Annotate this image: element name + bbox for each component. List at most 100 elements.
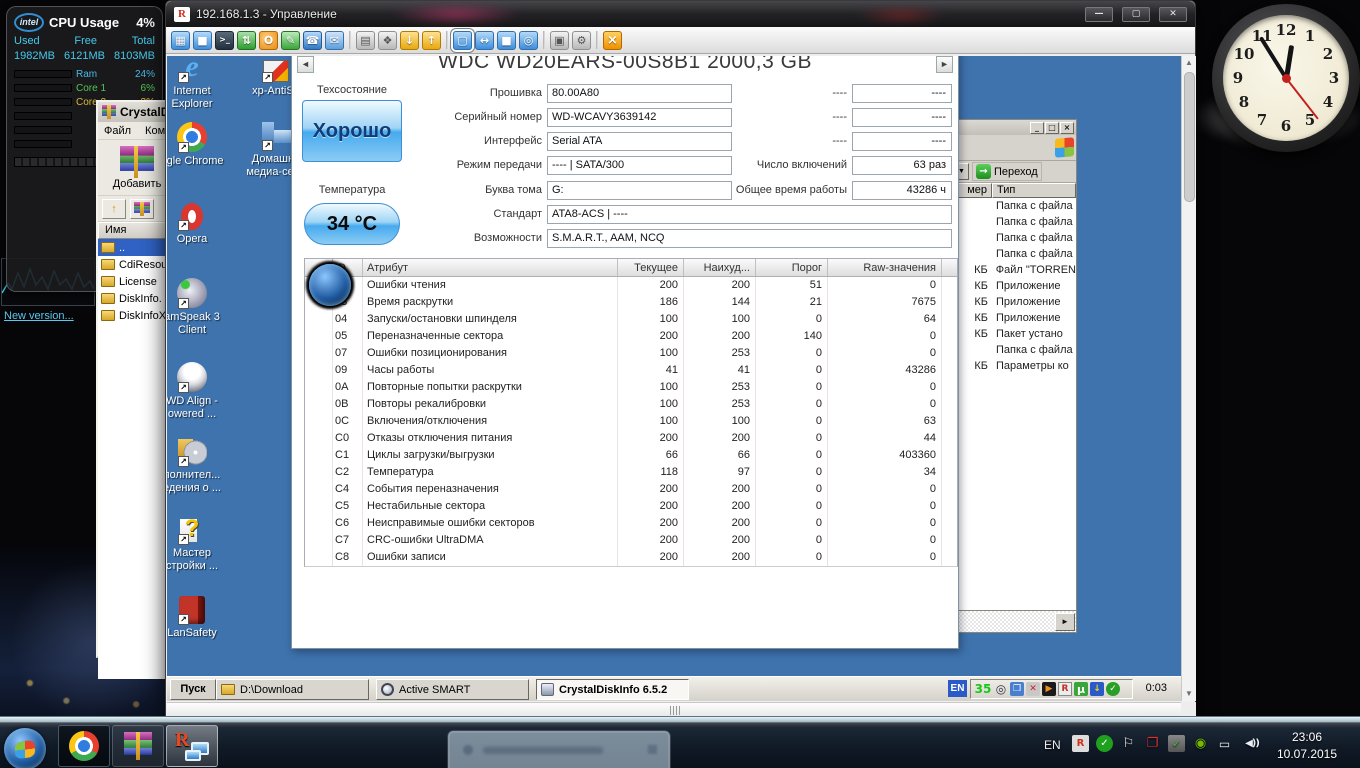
minimize-button[interactable]: —: [1085, 6, 1113, 22]
raw-column-header[interactable]: Raw-значения: [828, 259, 942, 276]
wd-align[interactable]: ↗ WD Align - owered ...: [167, 358, 229, 421]
shutdown-icon[interactable]: O: [259, 30, 278, 50]
separator[interactable]: [446, 31, 448, 49]
teamspeak-3-client[interactable]: ↗ amSpeak 3 Client: [167, 274, 229, 337]
lansafety[interactable]: ↗ LanSafety: [167, 590, 229, 640]
horizontal-scrollbar[interactable]: [167, 702, 1181, 717]
close-button[interactable]: ×: [1060, 121, 1074, 134]
player-icon[interactable]: ▶: [1042, 682, 1056, 696]
export-icon[interactable]: ↑: [422, 30, 441, 50]
explorer-row[interactable]: Папка с файла: [952, 198, 1076, 214]
google-chrome[interactable]: ↗ ogle Chrome: [167, 118, 229, 168]
download-icon[interactable]: ↓: [1090, 682, 1104, 696]
new-version-link[interactable]: New version...: [4, 310, 74, 322]
language-indicator[interactable]: EN: [1044, 738, 1061, 752]
voice-chat-icon[interactable]: ☎: [303, 30, 322, 50]
menu-commands[interactable]: Ком: [145, 125, 165, 137]
import-icon[interactable]: ↓: [400, 30, 419, 50]
column-header-type[interactable]: Тип: [992, 183, 1076, 198]
explorer-row[interactable]: КБ Приложение: [952, 294, 1076, 310]
view-normal-icon[interactable]: ▢: [453, 30, 472, 50]
maximize-button[interactable]: ▢: [1122, 6, 1150, 22]
separator[interactable]: [349, 31, 351, 49]
opera[interactable]: ↗ Opera: [167, 196, 229, 246]
scroll-up-arrow[interactable]: ▲: [1182, 56, 1196, 70]
radmin-server-icon[interactable]: R: [1072, 735, 1089, 752]
radmin-titlebar[interactable]: R 192.168.1.3 - Управление — ▢ ✕: [166, 1, 1195, 27]
menu-file[interactable]: Файл: [104, 125, 131, 137]
send-message-icon[interactable]: ✉: [325, 30, 344, 50]
explorer-row[interactable]: Папка с файла: [952, 214, 1076, 230]
radmin-server-icon[interactable]: R: [1058, 682, 1072, 696]
taskbar-button[interactable]: CrystalDiskInfo 6.5.2: [536, 679, 689, 700]
next-disk-button[interactable]: ►: [936, 56, 953, 73]
scrollbar-grip[interactable]: [670, 706, 680, 715]
network-icon[interactable]: ▭: [1216, 735, 1233, 752]
start-orb[interactable]: [4, 728, 46, 768]
view-fullscreen-icon[interactable]: ■: [497, 30, 516, 50]
clock-gadget[interactable]: 121234567891011: [1212, 4, 1360, 152]
file-transfer-icon[interactable]: ⇅: [237, 30, 256, 50]
view-fullscreen-stretch-icon[interactable]: ◎: [519, 30, 538, 50]
antivirus-ok-icon[interactable]: ✓: [1106, 682, 1120, 696]
separator[interactable]: [543, 31, 545, 49]
taskbar-chrome-button[interactable]: [58, 725, 110, 767]
connect-through-icon[interactable]: ❖: [378, 30, 397, 50]
action-center-flag-icon[interactable]: ⚐: [1120, 735, 1137, 752]
network-error-icon[interactable]: ✕: [1026, 682, 1040, 696]
taskbar-winrar-button[interactable]: [112, 725, 164, 767]
explorer-row[interactable]: КБ Приложение: [952, 310, 1076, 326]
temp-monitor-icon[interactable]: 35: [974, 682, 992, 696]
explorer-row[interactable]: КБ Файл "TORREN: [952, 262, 1076, 278]
explorer-row[interactable]: КБ Приложение: [952, 278, 1076, 294]
taskbar-button[interactable]: D:\Download: [216, 679, 369, 700]
search-icon[interactable]: ◎: [994, 682, 1008, 696]
scroll-right-arrow[interactable]: ►: [1055, 612, 1075, 631]
close-button[interactable]: ✕: [1159, 6, 1187, 22]
add-archive-button[interactable]: Добавить: [104, 145, 170, 190]
additional-info[interactable]: ↗ полнител... едения о ...: [167, 432, 229, 495]
internet-explorer[interactable]: e ↗ Internet Explorer: [167, 56, 229, 111]
antivirus-icon[interactable]: ✓: [1096, 735, 1113, 752]
network-places-icon[interactable]: ❒: [1010, 682, 1024, 696]
virtu-icon[interactable]: ❐: [1144, 735, 1161, 752]
nvidia-icon[interactable]: ◉: [1192, 735, 1209, 752]
threshold-column-header[interactable]: Порог: [756, 259, 828, 276]
taskbar-clock[interactable]: 23:06 10.07.2015: [1258, 729, 1356, 763]
explorer-row[interactable]: Папка с файла: [952, 342, 1076, 358]
explorer-row[interactable]: КБ Параметры ко: [952, 358, 1076, 374]
setup-wizard[interactable]: ? ↗ Мастер стройки ...: [167, 510, 229, 573]
taskbar-button[interactable]: Active SMART: [376, 679, 529, 700]
maximize-button[interactable]: □: [1045, 121, 1059, 134]
view-screen-icon[interactable]: ▦: [171, 30, 190, 50]
attribute-column-header[interactable]: Атрибут: [363, 259, 618, 276]
telnet-icon[interactable]: >_: [215, 30, 234, 50]
start-button[interactable]: Пуск: [170, 679, 216, 700]
previous-disk-button[interactable]: ◄: [297, 56, 314, 73]
explorer-row[interactable]: КБ Пакет устано: [952, 326, 1076, 342]
explorer-horizontal-scrollbar[interactable]: ►: [952, 610, 1076, 632]
full-control-icon[interactable]: ■: [193, 30, 212, 50]
view-stretch-icon[interactable]: ↔: [475, 30, 494, 50]
connect-icon[interactable]: ▤: [356, 30, 375, 50]
close-session-icon[interactable]: ×: [603, 30, 622, 50]
up-folder-button[interactable]: ↑: [102, 198, 126, 219]
explorer-titlebar[interactable]: _ □ ×: [952, 120, 1076, 135]
worst-column-header[interactable]: Наихуд...: [684, 259, 756, 276]
tools-icon[interactable]: ⚙: [572, 30, 591, 50]
utorrent-icon[interactable]: µ: [1074, 682, 1088, 696]
usb-eject-icon[interactable]: ✓: [1168, 735, 1185, 752]
scrollbar-thumb[interactable]: [1184, 72, 1195, 202]
multi-window-icon[interactable]: ▣: [550, 30, 569, 50]
taskbar-radmin-button[interactable]: R: [166, 725, 218, 767]
archive-button[interactable]: [130, 198, 154, 219]
explorer-row[interactable]: Папка с файла: [952, 230, 1076, 246]
scroll-down-arrow[interactable]: ▼: [1182, 687, 1196, 701]
language-indicator[interactable]: EN: [948, 680, 967, 697]
explorer-row[interactable]: Папка с файла: [952, 246, 1076, 262]
go-button[interactable]: → Переход: [972, 162, 1042, 181]
current-column-header[interactable]: Текущее: [618, 259, 684, 276]
text-chat-icon[interactable]: ✎: [281, 30, 300, 50]
separator[interactable]: [596, 31, 598, 49]
minimize-button[interactable]: _: [1030, 121, 1044, 134]
